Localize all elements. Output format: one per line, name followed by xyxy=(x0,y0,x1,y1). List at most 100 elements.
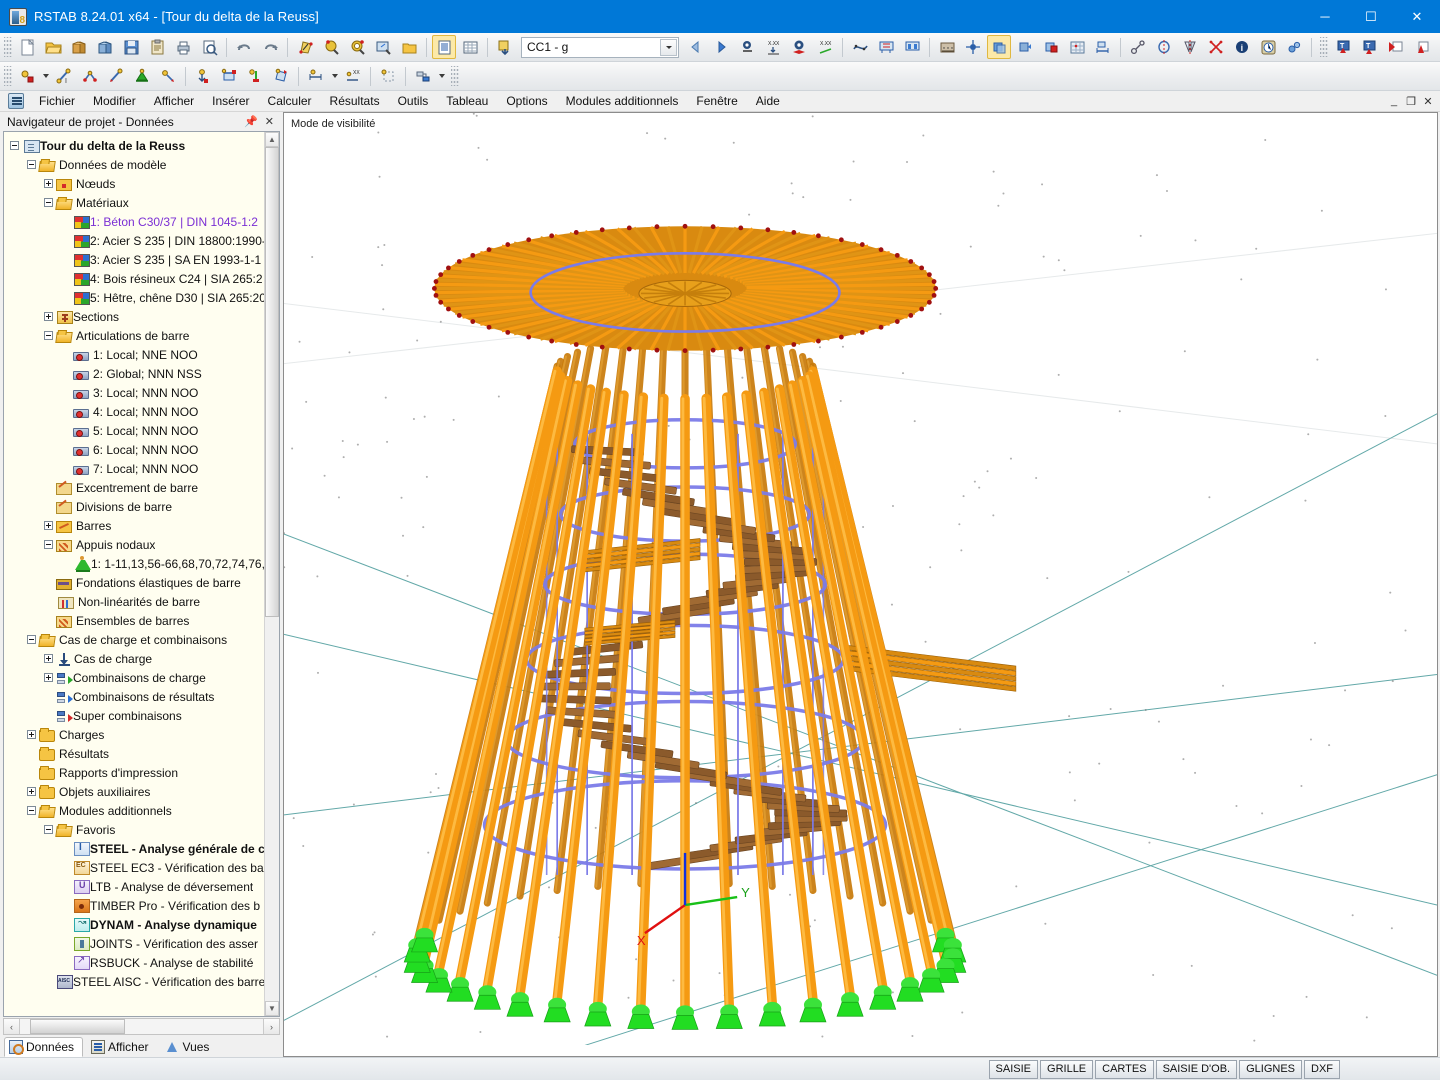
undo-icon[interactable] xyxy=(232,35,256,59)
zoom-in-icon[interactable] xyxy=(319,35,343,59)
print-icon[interactable] xyxy=(171,35,195,59)
scroll-left-button[interactable]: ‹ xyxy=(4,1019,20,1034)
mdi-restore-button[interactable]: ❐ xyxy=(1403,93,1419,109)
tree-item[interactable]: Excentrement de barre xyxy=(4,478,264,497)
tree-horizontal-scrollbar[interactable]: ‹ › xyxy=(3,1018,280,1035)
dimension-auto-icon[interactable]: XX xyxy=(341,64,365,88)
rotate-icon[interactable] xyxy=(1152,35,1176,59)
open-model-icon[interactable] xyxy=(67,35,91,59)
minimize-button[interactable]: ─ xyxy=(1302,0,1348,33)
cross-select-icon[interactable] xyxy=(1204,35,1228,59)
tree-item[interactable]: Résultats xyxy=(4,744,264,763)
menu-afficher[interactable]: Afficher xyxy=(145,91,203,112)
model-viewport[interactable]: Mode de visibilité XY xyxy=(283,112,1438,1057)
close-button[interactable]: ✕ xyxy=(1394,0,1440,33)
node-connect-icon[interactable] xyxy=(1126,35,1150,59)
max-values-icon[interactable]: X.XX xyxy=(813,35,837,59)
solid-model-icon[interactable] xyxy=(1013,35,1037,59)
next-load-case-icon[interactable] xyxy=(709,35,733,59)
restore-view-icon[interactable] xyxy=(397,35,421,59)
menu-fenetre[interactable]: Fenêtre xyxy=(687,91,746,112)
tree-item[interactable]: JOINTS - Vérification des asser xyxy=(4,934,264,953)
menu-options[interactable]: Options xyxy=(497,91,556,112)
object-snap-icon[interactable] xyxy=(411,64,435,88)
new-node-icon[interactable] xyxy=(15,64,39,88)
tree-item[interactable]: DYNAM - Analyse dynamique xyxy=(4,915,264,934)
mdi-minimize-button[interactable]: _ xyxy=(1386,93,1402,109)
show-tables-icon[interactable] xyxy=(432,35,456,59)
status-button-saisie[interactable]: SAISIE xyxy=(988,1059,1039,1079)
free-load-icon[interactable] xyxy=(243,64,267,88)
support-forces-icon[interactable] xyxy=(874,35,898,59)
results-view-icon[interactable] xyxy=(787,35,811,59)
zoom-out-icon[interactable] xyxy=(345,35,369,59)
toolbar-grip[interactable] xyxy=(4,37,12,57)
tree-item[interactable]: STEEL - Analyse générale de c xyxy=(4,839,264,858)
collapse-icon[interactable] xyxy=(44,198,53,207)
pin-drop-icon[interactable] xyxy=(1409,35,1433,59)
scroll-right-button[interactable]: › xyxy=(263,1019,279,1034)
previous-load-case-icon[interactable] xyxy=(683,35,707,59)
tree-item[interactable]: Rapports d'impression xyxy=(4,763,264,782)
pin-icon[interactable]: 📌 xyxy=(244,115,258,128)
dimension-icon[interactable] xyxy=(304,64,328,88)
tree-item[interactable]: Combinaisons de résultats xyxy=(4,687,264,706)
chevron-down-icon[interactable] xyxy=(40,64,51,88)
clipboard-icon[interactable] xyxy=(145,35,169,59)
chevron-down-icon[interactable] xyxy=(329,64,340,88)
scroll-track[interactable] xyxy=(265,147,279,1001)
numbering-icon[interactable] xyxy=(935,35,959,59)
tab-vues[interactable]: Vues xyxy=(161,1037,219,1057)
tree-item[interactable]: Cas de charge xyxy=(4,649,264,668)
tree-item[interactable]: Non-linéarités de barre xyxy=(4,592,264,611)
status-button-grille[interactable]: GRILLE xyxy=(1040,1059,1094,1079)
toolbar-grip[interactable] xyxy=(1320,37,1328,57)
section-render-icon[interactable] xyxy=(1039,35,1063,59)
export-view-icon[interactable]: T xyxy=(1331,35,1355,59)
open-folder-icon[interactable] xyxy=(41,35,65,59)
status-button-saisie-d-ob[interactable]: SAISIE D'OB. xyxy=(1155,1059,1238,1079)
tree-item[interactable]: Barres xyxy=(4,516,264,535)
tree-item[interactable]: STEEL AISC - Vérification des barre xyxy=(4,972,264,991)
status-button-cartes[interactable]: CARTES xyxy=(1095,1059,1154,1079)
tree-item[interactable]: Matériaux xyxy=(4,193,264,212)
status-button-glignes[interactable]: GLIGNES xyxy=(1239,1059,1302,1079)
menu-calculer[interactable]: Calculer xyxy=(259,91,321,112)
expand-icon[interactable] xyxy=(44,312,53,321)
deformation-icon[interactable] xyxy=(848,35,872,59)
expand-icon[interactable] xyxy=(44,654,53,663)
scroll-down-button[interactable]: ▼ xyxy=(265,1001,279,1016)
chevron-down-icon[interactable] xyxy=(660,38,677,56)
maximize-button[interactable]: ☐ xyxy=(1348,0,1394,33)
tree-item[interactable]: Combinaisons de charge xyxy=(4,668,264,687)
tree-item[interactable]: Sections xyxy=(4,307,264,326)
print-preview-icon[interactable] xyxy=(197,35,221,59)
new-member-icon[interactable]: I xyxy=(52,64,76,88)
mdi-close-button[interactable]: ✕ xyxy=(1420,93,1436,109)
pin-view-icon[interactable] xyxy=(1383,35,1407,59)
status-button-dxf[interactable]: DXF xyxy=(1304,1059,1340,1079)
hscroll-thumb[interactable] xyxy=(30,1019,125,1034)
tree-item[interactable]: Tour du delta de la Reuss xyxy=(4,136,264,155)
clock-icon[interactable] xyxy=(1256,35,1280,59)
tree-item[interactable]: 5: Hêtre, chêne D30 | SIA 265:20 xyxy=(4,288,264,307)
menu-outils[interactable]: Outils xyxy=(389,91,438,112)
tree-vertical-scrollbar[interactable]: ▲ ▼ xyxy=(264,132,279,1016)
tree-item[interactable]: 1: 1-11,13,56-66,68,70,72,74,76, xyxy=(4,554,264,573)
menu-aide[interactable]: Aide xyxy=(747,91,789,112)
min-values-icon[interactable]: X.XX xyxy=(761,35,785,59)
redo-icon[interactable] xyxy=(258,35,282,59)
collapse-icon[interactable] xyxy=(27,635,36,644)
export-image-icon[interactable]: T xyxy=(1357,35,1381,59)
scroll-up-button[interactable]: ▲ xyxy=(265,132,279,147)
tree-item[interactable]: Données de modèle xyxy=(4,155,264,174)
tab-afficher[interactable]: Afficher xyxy=(86,1037,157,1057)
toolbar-grip[interactable] xyxy=(4,66,12,86)
measure-icon[interactable] xyxy=(1091,35,1115,59)
tree-item[interactable]: 1: Local; NNE NOO xyxy=(4,345,264,364)
tree-item[interactable]: 3: Local; NNN NOO xyxy=(4,383,264,402)
tree-item[interactable]: 5: Local; NNN NOO xyxy=(4,421,264,440)
info-icon[interactable]: i xyxy=(1230,35,1254,59)
grid-snap-icon[interactable] xyxy=(961,35,985,59)
chevron-down-icon[interactable] xyxy=(436,64,447,88)
